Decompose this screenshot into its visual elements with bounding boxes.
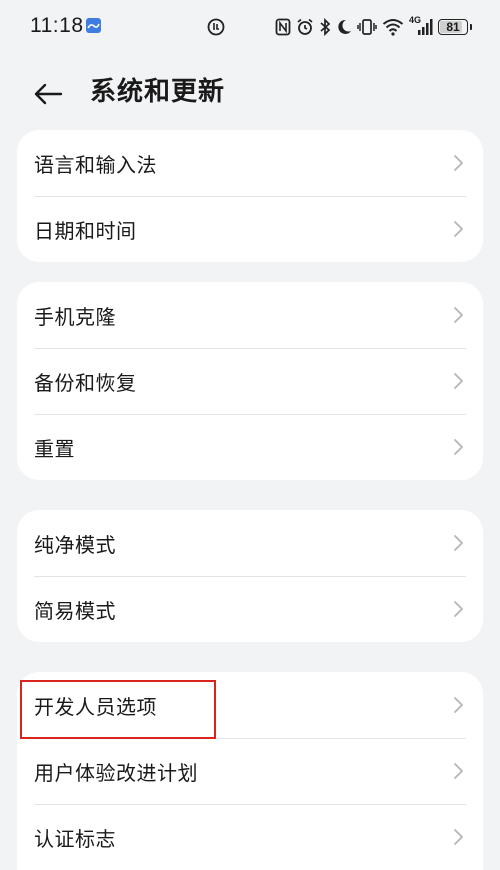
wifi-icon (382, 18, 404, 36)
row-phone-clone[interactable]: 手机克隆 (17, 282, 483, 348)
battery-level: 81 (446, 20, 460, 34)
chevron-right-icon (454, 307, 463, 323)
chevron-right-icon (454, 155, 463, 171)
chevron-right-icon (454, 601, 463, 617)
row-label: 日期和时间 (34, 218, 137, 243)
row-label: 备份和恢复 (34, 370, 137, 395)
row-pure-mode[interactable]: 纯净模式 (17, 510, 483, 576)
cellular-signal-icon: 4G (409, 15, 433, 36)
status-bar: 11:18 4G 81 (0, 0, 500, 56)
arrow-left-icon (34, 83, 63, 105)
row-label: 开发人员选项 (34, 694, 157, 719)
row-label: 认证标志 (34, 826, 116, 851)
row-label: 用户体验改进计划 (34, 760, 198, 785)
row-label: 手机克隆 (34, 304, 116, 329)
row-user-experience-program[interactable]: 用户体验改进计划 (17, 738, 483, 804)
chevron-right-icon (454, 829, 463, 845)
status-icons: 4G 81 (275, 15, 472, 39)
bluetooth-icon (319, 18, 331, 36)
battery-indicator: 81 (438, 19, 472, 35)
eye-comfort-icon (206, 17, 226, 41)
network-type-label: 4G (409, 15, 422, 25)
vibrate-icon (357, 18, 377, 36)
settings-group-language-time: 语言和输入法 日期和时间 (17, 130, 483, 262)
row-label: 简易模式 (34, 598, 116, 623)
settings-group-clone-backup-reset: 手机克隆 备份和恢复 重置 (17, 282, 483, 480)
page-header: 系统和更新 (0, 62, 500, 124)
row-label: 纯净模式 (34, 532, 116, 557)
row-certification-logo[interactable]: 认证标志 (17, 804, 483, 870)
chevron-right-icon (454, 763, 463, 779)
row-language-input[interactable]: 语言和输入法 (17, 130, 483, 196)
settings-group-modes: 纯净模式 简易模式 (17, 510, 483, 642)
chevron-right-icon (454, 439, 463, 455)
page-title: 系统和更新 (90, 77, 226, 107)
chevron-right-icon (454, 535, 463, 551)
row-backup-restore[interactable]: 备份和恢复 (17, 348, 483, 414)
status-time: 11:18 (30, 14, 84, 37)
chevron-right-icon (454, 221, 463, 237)
row-developer-options[interactable]: 开发人员选项 (17, 672, 483, 738)
settings-group-developer: 开发人员选项 用户体验改进计划 认证标志 (17, 672, 483, 870)
weather-icon (86, 18, 101, 33)
row-simple-mode[interactable]: 简易模式 (17, 576, 483, 642)
back-button[interactable] (30, 76, 66, 112)
row-label: 重置 (34, 436, 75, 461)
do-not-disturb-moon-icon (336, 18, 352, 36)
nfc-icon (275, 18, 291, 36)
alarm-icon (296, 18, 314, 36)
chevron-right-icon (454, 373, 463, 389)
row-reset[interactable]: 重置 (17, 414, 483, 480)
row-label: 语言和输入法 (34, 152, 157, 177)
row-date-time[interactable]: 日期和时间 (17, 196, 483, 262)
chevron-right-icon (454, 697, 463, 713)
